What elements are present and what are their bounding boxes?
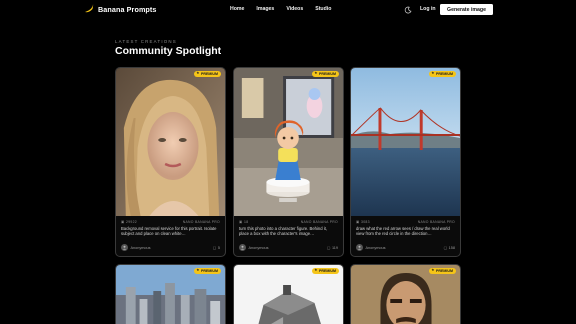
star-icon: ★ — [314, 268, 318, 273]
brand-logo[interactable]: Banana Prompts — [84, 4, 157, 14]
section-eyebrow: LATEST CREATIONS — [115, 39, 177, 44]
card-description: draw what the red arrow sees / draw the … — [356, 226, 450, 237]
avatar — [121, 244, 128, 251]
card-meta: ▣ 29922 NANO BANANA PRO — [121, 220, 220, 224]
prompt-card[interactable]: ★ PREMIUM ▣ 18 NANO BANANA PRO turn this p… — [233, 67, 344, 257]
model-label: NANO BANANA PRO — [182, 220, 220, 224]
card-meta: ▣ 18 NANO BANANA PRO — [239, 220, 338, 224]
card-image-bridge — [351, 68, 460, 216]
star-icon: ★ — [196, 268, 200, 273]
comment-icon: ▢ — [212, 246, 217, 250]
prompt-card[interactable]: ★ PREMIUM ▣ 29922 NANO BANANA PRO Backgrou… — [115, 67, 226, 257]
user-icon — [122, 245, 127, 250]
user-icon — [357, 245, 362, 250]
card-image-figure — [234, 68, 343, 216]
star-icon: ★ — [431, 71, 435, 76]
card-footer: Anonymous ▢ 158 — [356, 244, 455, 251]
banana-icon — [85, 4, 94, 13]
model-label: NANO BANANA PRO — [300, 220, 338, 224]
premium-badge: ★ PREMIUM — [311, 268, 339, 274]
card-meta: ▣ 3083 NANO BANANA PRO — [356, 220, 455, 224]
author-name: Anonymous — [130, 245, 151, 250]
premium-badge: ★ PREMIUM — [193, 71, 221, 77]
main-nav: Home Images Videos Studio — [230, 6, 331, 12]
nav-studio[interactable]: Studio — [315, 6, 331, 12]
premium-badge: ★ PREMIUM — [428, 268, 456, 274]
nav-images[interactable]: Images — [256, 6, 274, 12]
theme-toggle-moon-icon[interactable] — [404, 6, 412, 14]
generate-image-button[interactable]: Generate image — [440, 4, 493, 15]
star-icon: ★ — [431, 268, 435, 273]
prompt-card[interactable]: ★ PREMIUM — [115, 264, 226, 324]
author-name: Anonymous — [248, 245, 269, 250]
image-icon: ▣ — [121, 220, 125, 224]
brand-name: Banana Prompts — [98, 4, 157, 14]
card-image-portrait — [116, 68, 225, 216]
login-link[interactable]: Log in — [420, 6, 436, 12]
nav-home[interactable]: Home — [230, 6, 244, 12]
nav-videos[interactable]: Videos — [286, 6, 303, 12]
prompt-card[interactable]: ★ PREMIUM ▣ 3083 NANO BANANA PRO draw what… — [350, 67, 461, 257]
prompt-card[interactable]: ★ PREMIUM — [233, 264, 344, 324]
card-footer: Anonymous ▢ 5 — [121, 244, 220, 251]
image-icon: ▣ — [356, 220, 360, 224]
avatar — [239, 244, 246, 251]
card-description: turn this photo into a character figure.… — [239, 226, 327, 237]
prompt-card[interactable]: ★ PREMIUM — [350, 264, 461, 324]
premium-badge: ★ PREMIUM — [193, 268, 221, 274]
section-title: Community Spotlight — [115, 45, 222, 57]
premium-badge: ★ PREMIUM — [428, 71, 456, 77]
user-icon — [240, 245, 245, 250]
image-icon: ▣ — [239, 220, 243, 224]
comment-icon: ▢ — [326, 246, 331, 250]
card-description: Background removal service for this port… — [121, 226, 217, 237]
author-name: Anonymous — [365, 245, 386, 250]
premium-badge: ★ PREMIUM — [311, 71, 339, 77]
model-label: NANO BANANA PRO — [417, 220, 455, 224]
card-footer: Anonymous ▢ 119 — [239, 244, 338, 251]
star-icon: ★ — [196, 71, 200, 76]
top-header: Banana Prompts Home Images Videos Studio… — [0, 0, 576, 20]
star-icon: ★ — [314, 71, 318, 76]
avatar — [356, 244, 363, 251]
comment-icon: ▢ — [443, 246, 448, 250]
